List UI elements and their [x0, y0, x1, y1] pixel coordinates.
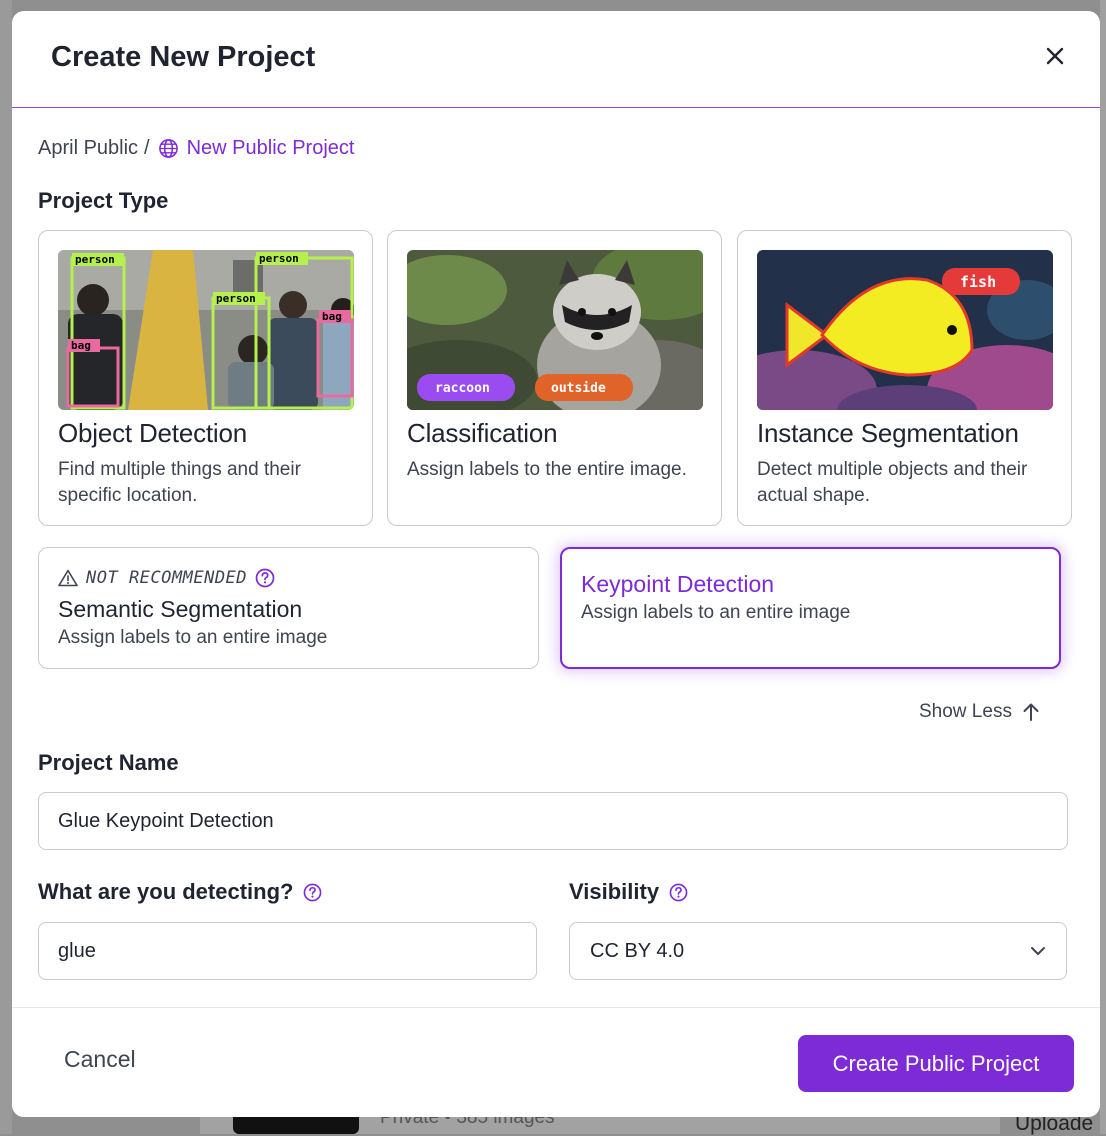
not-recommended-label: NOT RECOMMENDED: [86, 568, 248, 588]
project-type-label: Project Type: [38, 188, 169, 213]
warning-icon: [58, 569, 78, 587]
show-less-button[interactable]: Show Less: [919, 701, 1040, 723]
tag-bag-2: bag: [322, 310, 342, 323]
visibility-label-row: Visibility: [569, 879, 688, 905]
keypoint-detection-description: Assign labels to an entire image: [581, 602, 851, 623]
classification-thumbnail: raccoon outside: [407, 250, 703, 410]
card-description: Assign labels to the entire image.: [407, 459, 687, 480]
close-button[interactable]: [1040, 41, 1070, 71]
instance-segmentation-thumbnail: fish: [757, 250, 1053, 410]
detecting-input[interactable]: [38, 922, 537, 980]
create-public-project-button[interactable]: Create Public Project: [798, 1035, 1074, 1092]
modal-footer: Cancel Create Public Project: [12, 1007, 1100, 1117]
backdrop-left: [0, 0, 12, 1134]
card-description: Find multiple things and their specific …: [58, 459, 301, 506]
breadcrumb-project: New Public Project: [158, 137, 355, 160]
semantic-segmentation-description: Assign labels to an entire image: [58, 627, 328, 648]
card-classification[interactable]: raccoon outside Classification Assign la…: [387, 230, 722, 526]
show-less-label: Show Less: [919, 701, 1012, 722]
object-detection-thumbnail: person person person bag bag: [58, 250, 354, 410]
tag-outside: outside: [551, 381, 606, 396]
breadcrumb-workspace[interactable]: April Public: [38, 137, 138, 160]
card-instance-segmentation[interactable]: fish Instance Segmentation Detect multip…: [737, 230, 1072, 526]
create-project-modal: Create New Project April Public / New Pu…: [12, 11, 1100, 1117]
breadcrumb: April Public / New Public Project: [38, 137, 354, 160]
tag-person-1: person: [75, 253, 115, 266]
visibility-select[interactable]: CC BY 4.0: [569, 922, 1067, 980]
help-icon[interactable]: [255, 568, 275, 588]
card-title: Object Detection: [58, 418, 248, 448]
semantic-segmentation-title: Semantic Segmentation: [58, 596, 303, 622]
modal-title: Create New Project: [51, 41, 316, 73]
cancel-button[interactable]: Cancel: [64, 1046, 136, 1073]
tag-person-3: person: [216, 292, 256, 305]
card-title: Instance Segmentation: [757, 418, 1019, 448]
chevron-down-icon: [1031, 947, 1045, 955]
visibility-label: Visibility: [569, 879, 660, 904]
keypoint-detection-title: Keypoint Detection: [581, 571, 775, 597]
detecting-label: What are you detecting?: [38, 879, 294, 904]
help-icon[interactable]: [669, 883, 688, 902]
card-description: Detect multiple objects and their actual…: [757, 459, 1028, 506]
card-title: Classification: [407, 418, 558, 448]
project-name-label: Project Name: [38, 750, 179, 775]
arrow-up-icon: [1023, 703, 1039, 721]
close-icon: [1046, 47, 1064, 65]
backdrop-right: [1100, 0, 1106, 1134]
breadcrumb-project-label: New Public Project: [186, 137, 355, 159]
project-name-input[interactable]: [38, 792, 1068, 850]
tag-bag-1: bag: [71, 339, 91, 352]
help-icon[interactable]: [303, 883, 322, 902]
globe-icon: [158, 139, 178, 158]
visibility-selected-value: CC BY 4.0: [590, 939, 685, 962]
detecting-label-row: What are you detecting?: [38, 879, 322, 905]
tag-person-2: person: [259, 252, 299, 265]
modal-header: Create New Project: [12, 11, 1100, 108]
tag-fish: fish: [960, 273, 996, 291]
not-recommended-row: NOT RECOMMENDED: [58, 568, 275, 588]
card-object-detection[interactable]: person person person bag bag Object Dete…: [38, 230, 373, 526]
breadcrumb-separator: /: [144, 137, 150, 159]
card-semantic-segmentation[interactable]: NOT RECOMMENDED Semantic Segmentation As…: [38, 547, 539, 669]
card-keypoint-detection[interactable]: Keypoint Detection Assign labels to an e…: [560, 547, 1061, 669]
tag-raccoon: raccoon: [435, 381, 490, 396]
